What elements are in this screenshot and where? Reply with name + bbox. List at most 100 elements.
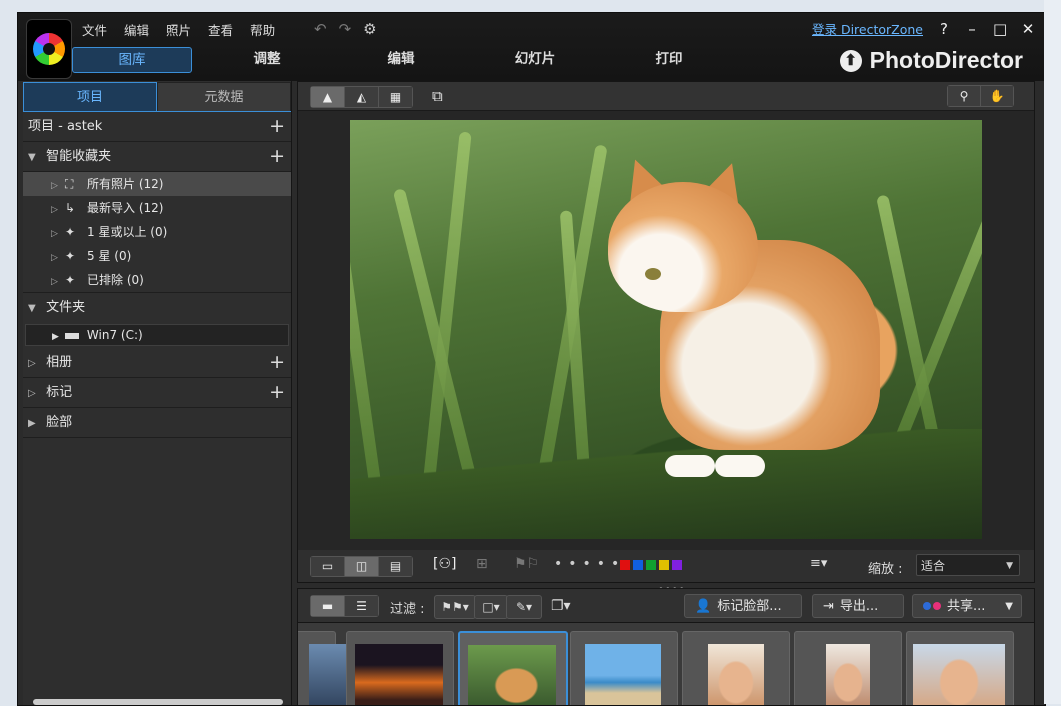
collection-item-all-photos[interactable]: ▷ ⛶ 所有照片 (12) <box>23 172 291 196</box>
collapse-triangle-icon[interactable]: ▼ <box>28 294 42 323</box>
tab-print[interactable]: 打印 <box>610 47 728 71</box>
expand-triangle-icon[interactable]: ▷ <box>51 270 65 294</box>
tab-project[interactable]: 项目 <box>23 82 157 111</box>
folder-item-c-drive[interactable]: ▶ Win7 (C:) <box>25 324 289 346</box>
share-button[interactable]: 共享... ▼ <box>912 594 1022 618</box>
zoom-select[interactable]: 适合 ▼ <box>916 554 1020 576</box>
thumbnail[interactable] <box>570 631 678 705</box>
add-album-icon[interactable]: + <box>269 348 285 377</box>
drive-icon <box>64 332 79 339</box>
expand-triangle-icon[interactable]: ▶ <box>52 332 59 342</box>
add-to-album-icon[interactable]: ⊞ <box>476 556 488 572</box>
sort-icon[interactable]: ≡▾ <box>810 556 827 571</box>
single-view-button[interactable]: ◭ <box>345 87 379 107</box>
smart-collections-header[interactable]: ▼ 智能收藏夹 + <box>23 142 291 172</box>
tab-metadata[interactable]: 元数据 <box>157 82 291 111</box>
albums-header[interactable]: ▷ 相册 + <box>23 348 291 378</box>
tab-slideshow[interactable]: 幻灯片 <box>476 47 594 71</box>
tags-header[interactable]: ▷ 标记 + <box>23 378 291 408</box>
image-icon: ◭ <box>356 90 367 104</box>
tab-library[interactable]: 图库 <box>72 47 192 73</box>
color-label-blue[interactable] <box>633 560 643 570</box>
collection-item-5-star[interactable]: ▷ ✦ 5 星 (0) <box>23 244 291 268</box>
expand-triangle-icon[interactable]: ▷ <box>51 174 65 198</box>
color-label-red[interactable] <box>620 560 630 570</box>
export-button[interactable]: ⇥ 导出... <box>812 594 904 618</box>
help-button[interactable]: ? <box>937 20 951 38</box>
add-tag-icon[interactable]: + <box>269 378 285 407</box>
face-detect-icon[interactable]: [⚇] <box>433 556 456 572</box>
share-blue-dot-icon <box>923 602 931 610</box>
rating-stars[interactable]: ••••• <box>554 556 625 572</box>
menu-view[interactable]: 查看 <box>208 20 233 39</box>
minimize-button[interactable]: – <box>965 20 979 38</box>
export-label: 导出... <box>839 599 879 614</box>
single-layout-button[interactable]: ▭ <box>311 557 345 576</box>
menu-edit[interactable]: 编辑 <box>124 20 149 39</box>
flag-filter-button[interactable]: ⚑⚑▾ <box>434 595 476 619</box>
multi-layout-button[interactable]: ▤ <box>379 557 412 576</box>
collection-label: 5 星 (0) <box>87 249 132 263</box>
expand-triangle-icon[interactable]: ▷ <box>51 246 65 270</box>
tag-faces-button[interactable]: 👤 标记脸部... <box>684 594 802 618</box>
app-window: 文件 编辑 照片 查看 帮助 ↶ ↷ ⚙ 登录 DirectorZone ? –… <box>17 12 1046 706</box>
thumbnail[interactable] <box>298 631 397 705</box>
login-link[interactable]: 登录 DirectorZone <box>812 19 923 38</box>
expand-triangle-icon[interactable]: ▷ <box>28 349 42 378</box>
add-project-icon[interactable]: + <box>269 112 285 141</box>
thumbnail-image <box>913 644 1005 705</box>
pan-tool-button[interactable]: ✋ <box>981 86 1013 106</box>
expand-triangle-icon[interactable]: ▷ <box>51 222 65 246</box>
project-row[interactable]: 项目 - astek + <box>23 112 291 142</box>
folder-label: Win7 (C:) <box>86 328 143 342</box>
folders-header[interactable]: ▼ 文件夹 <box>23 293 291 322</box>
color-label-green[interactable] <box>646 560 656 570</box>
redo-icon[interactable]: ↷ <box>339 20 352 38</box>
browser-view-group: ▬ ☰ <box>310 595 379 617</box>
stack-icon[interactable]: ❐▾ <box>551 598 571 614</box>
undo-icon[interactable]: ↶ <box>314 20 327 38</box>
label-filter-button[interactable]: ✎▾ <box>506 595 542 619</box>
thumbnail[interactable] <box>906 631 1014 705</box>
left-scrollbar[interactable] <box>33 699 283 705</box>
tab-edit[interactable]: 编辑 <box>342 47 460 71</box>
color-filter-button[interactable]: □▾ <box>474 595 508 619</box>
expand-triangle-icon[interactable]: ▷ <box>51 198 65 222</box>
expand-triangle-icon[interactable]: ▶ <box>28 409 42 438</box>
expand-triangle-icon[interactable]: ▷ <box>28 379 42 408</box>
collapse-triangle-icon[interactable]: ▼ <box>28 143 42 172</box>
main-photo[interactable] <box>350 120 982 539</box>
grid-view-button[interactable]: ▦ <box>379 87 412 107</box>
menu-help[interactable]: 帮助 <box>250 20 275 39</box>
thumbnail-selected[interactable] <box>458 631 568 705</box>
collection-item-recent-import[interactable]: ▷ ↳ 最新导入 (12) <box>23 196 291 220</box>
list-icon: ☰ <box>356 599 367 613</box>
chevron-down-icon[interactable]: ▼ <box>1005 595 1013 619</box>
add-smart-collection-icon[interactable]: + <box>269 142 285 171</box>
compare-layout-button[interactable]: ◫ <box>345 557 379 576</box>
app-logo[interactable] <box>26 19 72 79</box>
thumbnail[interactable] <box>794 631 902 705</box>
thumbnail[interactable] <box>682 631 790 705</box>
thumbnail[interactable] <box>346 631 454 705</box>
collection-item-excluded[interactable]: ▷ ✦ 已排除 (0) <box>23 268 291 293</box>
zoom-value: 适合 <box>921 559 946 573</box>
color-label-yellow[interactable] <box>659 560 669 570</box>
list-view-button[interactable]: ☰ <box>345 596 378 616</box>
viewer-mode-button[interactable]: ▲ <box>311 87 345 107</box>
grid-icon: ▦ <box>389 90 402 104</box>
collection-item-1-star[interactable]: ▷ ✦ 1 星或以上 (0) <box>23 220 291 244</box>
second-monitor-icon[interactable]: ⧉ <box>432 87 443 105</box>
faces-header[interactable]: ▶ 脸部 <box>23 408 291 438</box>
flag-icon[interactable]: ⚑⚐ <box>514 556 539 572</box>
zoom-tool-button[interactable]: ⚲ <box>948 86 981 106</box>
color-label-purple[interactable] <box>672 560 682 570</box>
thumbnail-view-button[interactable]: ▬ <box>311 596 345 616</box>
close-button[interactable]: ✕ <box>1021 20 1035 38</box>
magic-wand-icon: ✦ <box>65 249 76 263</box>
maximize-button[interactable]: □ <box>993 20 1007 38</box>
gear-icon[interactable]: ⚙ <box>363 20 376 38</box>
tab-adjust[interactable]: 调整 <box>208 47 326 71</box>
menu-photo[interactable]: 照片 <box>166 20 191 39</box>
menu-file[interactable]: 文件 <box>82 20 107 39</box>
